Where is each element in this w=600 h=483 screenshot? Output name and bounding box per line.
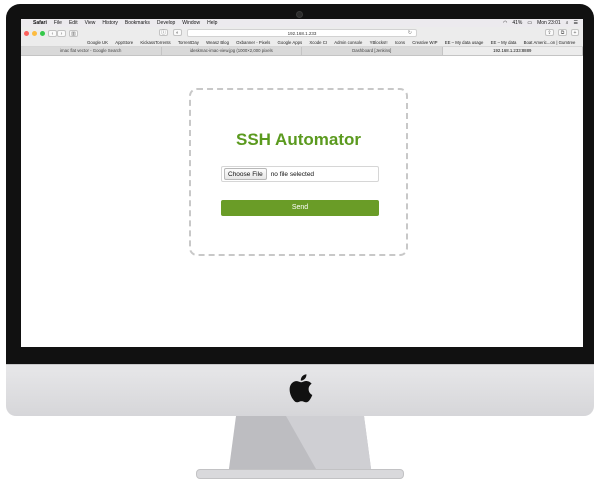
minimize-window-icon[interactable]	[32, 30, 37, 36]
wifi-icon[interactable]: ◠	[503, 19, 507, 27]
search-icon[interactable]: ⌕	[566, 19, 569, 27]
imac-stand	[228, 416, 372, 476]
forward-button[interactable]: ›	[57, 29, 66, 37]
bookmark-item[interactable]: Xcode CI	[309, 39, 327, 46]
menu-window[interactable]: Window	[182, 19, 200, 27]
battery-icon: ▭	[527, 20, 533, 26]
battery-label[interactable]: 41%	[512, 19, 522, 27]
bookmark-item[interactable]: AppStore	[115, 39, 133, 46]
share-icon[interactable]: ⇪	[545, 29, 554, 36]
camera-icon	[296, 11, 303, 18]
tab-ssh-automator[interactable]: 192.168.1.233:8889	[442, 47, 583, 55]
apple-logo-icon	[289, 374, 313, 403]
close-window-icon[interactable]	[24, 30, 29, 36]
send-button[interactable]: Send	[221, 200, 379, 216]
tab-image[interactable]: ideskmac-imac-view.jpg (1000×2,000 pixel…	[162, 47, 302, 55]
tab-google-search[interactable]: imac flat vector - Google Search	[21, 47, 162, 55]
file-status: no file selected	[270, 170, 315, 178]
bookmark-item[interactable]: Boat Americ...on | Gumtree	[524, 39, 576, 46]
page-title: SSH Automator	[236, 130, 361, 149]
tabs-overview-icon[interactable]: ⧉	[558, 29, 567, 36]
menu-history[interactable]: History	[102, 19, 118, 27]
menu-list-icon[interactable]: ☰	[574, 19, 578, 27]
bookmark-item[interactable]: EE – My data usage	[445, 39, 484, 46]
imac-frame: Safari File Edit View History Bookmarks …	[0, 0, 600, 483]
tab-jenkins[interactable]: Dashboard [Jenkins]	[302, 47, 443, 55]
tab-bar: imac flat vector - Google Search ideskma…	[21, 47, 583, 56]
address-bar[interactable]: 192.168.1.233 ↻	[187, 29, 417, 37]
status-area: ◠ 41% ▭ Mon 23:01 ⌕ ☰	[503, 19, 583, 27]
menu-develop[interactable]: Develop	[157, 19, 175, 27]
menu-bookmarks[interactable]: Bookmarks	[125, 19, 150, 27]
bookmark-item[interactable]: Creative WIP	[412, 39, 437, 46]
menu-file[interactable]: File	[54, 19, 62, 27]
choose-file-button[interactable]: Choose File	[224, 168, 267, 180]
bookmark-item[interactable]: KickassTorrents	[140, 39, 170, 46]
menu-help[interactable]: Help	[207, 19, 217, 27]
bookmark-item[interactable]: Admin console	[334, 39, 362, 46]
zoom-window-icon[interactable]	[40, 30, 45, 36]
screen: Safari File Edit View History Bookmarks …	[21, 19, 583, 347]
bookmark-item[interactable]: Oxbanner - Pixels	[236, 39, 270, 46]
upload-card: SSH Automator Choose File no file select…	[189, 88, 408, 256]
bookmark-item[interactable]: Google Apps	[278, 39, 303, 46]
address-text: 192.168.1.233	[287, 31, 317, 36]
sidebar-icon[interactable]: ▥	[69, 29, 78, 37]
bookmark-item[interactable]: Icons	[395, 39, 405, 46]
file-input[interactable]: Choose File no file selected	[221, 166, 379, 182]
mac-menubar: Safari File Edit View History Bookmarks …	[21, 19, 583, 27]
clock[interactable]: Mon 23:01	[537, 19, 561, 27]
back-button[interactable]: ‹	[48, 29, 57, 37]
bookmarks-bar: Google UK AppStore KickassTorrents Torre…	[21, 39, 583, 47]
bookmark-item[interactable]: Weasz Blog	[206, 39, 229, 46]
menu-view[interactable]: View	[85, 19, 96, 27]
menu-edit[interactable]: Edit	[69, 19, 78, 27]
info-icon[interactable]: ⓘ	[159, 29, 168, 36]
bookmark-item[interactable]: Google UK	[87, 39, 108, 46]
menu-app[interactable]: Safari	[33, 19, 47, 27]
bookmark-item[interactable]: EE – My data	[491, 39, 517, 46]
bookmark-item[interactable]: TorrentDay	[178, 39, 199, 46]
reload-icon[interactable]: ↻	[408, 30, 412, 37]
imac-foot	[196, 469, 404, 479]
privacy-icon[interactable]: ◐	[173, 29, 182, 36]
bookmark-item[interactable]: YBlocks!!	[370, 39, 388, 46]
new-tab-icon[interactable]: +	[571, 29, 579, 36]
